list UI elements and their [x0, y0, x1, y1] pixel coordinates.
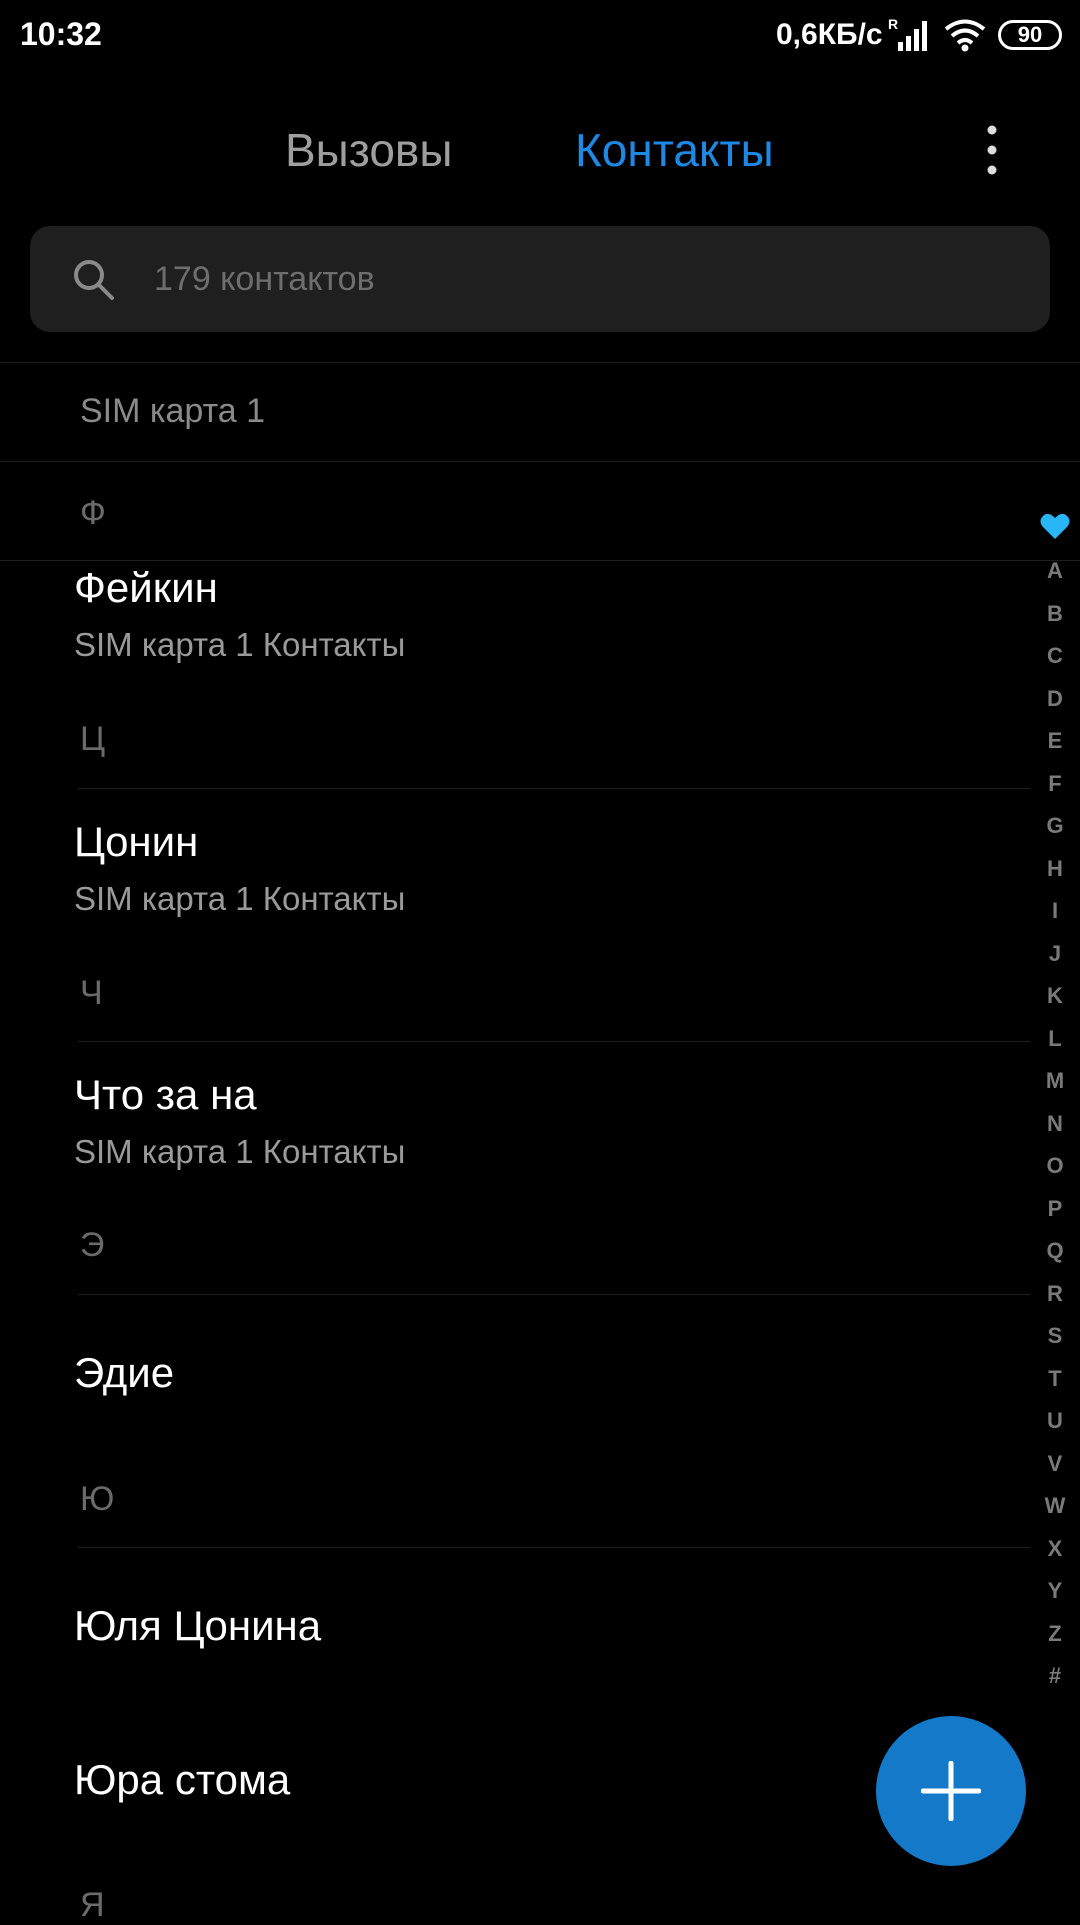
- contact-name[interactable]: Фейкин: [74, 564, 218, 612]
- divider: [0, 461, 1080, 462]
- divider: [0, 560, 1080, 561]
- index-letter[interactable]: V: [1038, 1451, 1072, 1477]
- index-letter[interactable]: J: [1038, 941, 1072, 967]
- divider: [78, 1294, 1030, 1295]
- divider: [78, 1547, 1030, 1548]
- index-letter[interactable]: E: [1038, 728, 1072, 754]
- battery-indicator: 90: [998, 20, 1062, 50]
- contact-name[interactable]: Цонин: [74, 818, 198, 866]
- index-letter[interactable]: T: [1038, 1366, 1072, 1392]
- index-letter[interactable]: S: [1038, 1323, 1072, 1349]
- contact-account: SIM карта 1 Контакты: [74, 1133, 406, 1170]
- index-letter[interactable]: L: [1038, 1026, 1072, 1052]
- index-letter[interactable]: O: [1038, 1153, 1072, 1179]
- contact-name[interactable]: Юля Цонина: [74, 1602, 321, 1650]
- index-letter[interactable]: H: [1038, 856, 1072, 882]
- index-letter[interactable]: A: [1038, 558, 1072, 584]
- section-header: Ю: [80, 1480, 115, 1518]
- index-letter[interactable]: #: [1038, 1663, 1072, 1689]
- tab-calls[interactable]: Вызовы: [285, 120, 452, 180]
- index-letter[interactable]: F: [1038, 771, 1072, 797]
- status-time: 10:32: [20, 16, 102, 52]
- roaming-indicator: R: [888, 16, 898, 32]
- section-header: Ц: [80, 720, 106, 758]
- contact-name[interactable]: Юра стома: [74, 1756, 290, 1804]
- search-placeholder: 179 контактов: [154, 260, 375, 298]
- wifi-icon: [944, 19, 986, 52]
- index-letter[interactable]: Z: [1038, 1621, 1072, 1647]
- contact-name[interactable]: Эдие: [74, 1349, 174, 1397]
- index-letter[interactable]: G: [1038, 813, 1072, 839]
- network-speed: 0,6КБ/с: [776, 18, 883, 51]
- index-letter[interactable]: U: [1038, 1408, 1072, 1434]
- contact-account: SIM карта 1 Контакты: [74, 626, 406, 663]
- more-vert-icon[interactable]: [972, 122, 1012, 178]
- index-letter[interactable]: Q: [1038, 1238, 1072, 1264]
- index-letter[interactable]: Y: [1038, 1578, 1072, 1604]
- divider: [78, 1041, 1030, 1042]
- search-icon: [74, 260, 114, 300]
- index-letter[interactable]: D: [1038, 686, 1072, 712]
- section-header: Э: [80, 1226, 105, 1264]
- index-letter[interactable]: M: [1038, 1068, 1072, 1094]
- index-letter[interactable]: X: [1038, 1536, 1072, 1562]
- index-letter[interactable]: C: [1038, 643, 1072, 669]
- index-letter[interactable]: N: [1038, 1111, 1072, 1137]
- section-header: Я: [80, 1886, 105, 1924]
- index-letter[interactable]: R: [1038, 1281, 1072, 1307]
- index-letter[interactable]: B: [1038, 601, 1072, 627]
- search-input[interactable]: 179 контактов: [30, 226, 1050, 332]
- index-letter[interactable]: I: [1038, 898, 1072, 924]
- plus-icon: [921, 1761, 981, 1821]
- status-bar: 10:32 0,6КБ/с R 90: [0, 0, 1080, 72]
- contact-account: SIM карта 1 Контакты: [74, 880, 406, 917]
- cell-signal-icon: R: [888, 16, 927, 51]
- divider: [78, 788, 1030, 789]
- divider: [0, 362, 1080, 363]
- heart-icon[interactable]: [1040, 512, 1070, 540]
- contact-name[interactable]: Что за на: [74, 1071, 257, 1119]
- add-contact-button[interactable]: [876, 1716, 1026, 1866]
- index-letter[interactable]: P: [1038, 1196, 1072, 1222]
- tab-contacts[interactable]: Контакты: [575, 120, 774, 180]
- section-sim-card: SIM карта 1: [80, 392, 266, 430]
- section-header: Ф: [80, 494, 106, 532]
- index-letter[interactable]: W: [1038, 1493, 1072, 1519]
- index-letter[interactable]: K: [1038, 983, 1072, 1009]
- section-header: Ч: [80, 974, 103, 1012]
